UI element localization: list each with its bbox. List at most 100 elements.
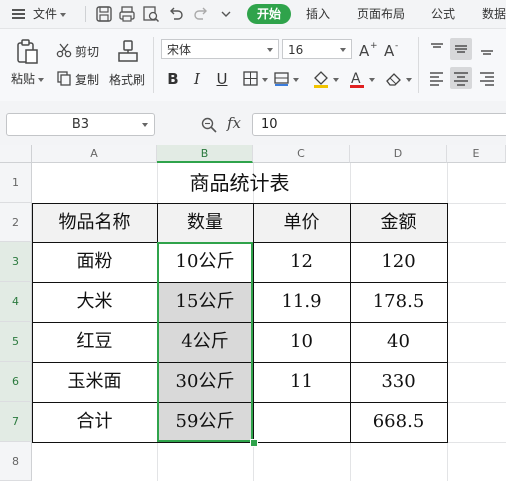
column-header-e[interactable]: E: [447, 145, 506, 163]
chevron-down-icon[interactable]: [262, 78, 268, 82]
chevron-down-icon: [60, 12, 67, 17]
paste-button[interactable]: 粘贴: [11, 70, 45, 87]
align-middle-button[interactable]: [450, 38, 472, 60]
decrease-font-size-icon[interactable]: A -: [383, 39, 403, 59]
print-preview-icon[interactable]: [141, 4, 161, 24]
print-icon[interactable]: [117, 4, 137, 24]
row-header-3[interactable]: 3: [0, 242, 32, 282]
table-cell[interactable]: 330: [350, 362, 447, 402]
table-border: [447, 203, 448, 443]
selection-border: [157, 242, 253, 442]
fill-color-icon[interactable]: [311, 69, 331, 89]
row-header-1[interactable]: 1: [0, 163, 32, 203]
column-header-b[interactable]: B: [157, 145, 253, 163]
table-border: [253, 203, 254, 443]
formula-input[interactable]: 10: [252, 113, 506, 136]
chevron-down-icon[interactable]: [293, 78, 299, 82]
scissors-icon: [56, 43, 72, 58]
align-center-button[interactable]: [450, 67, 472, 89]
tab-data[interactable]: 数据: [482, 0, 506, 28]
table-cell[interactable]: 120: [350, 242, 447, 282]
file-menu-label: 文件: [33, 7, 58, 21]
bold-button[interactable]: B: [163, 69, 183, 89]
increase-font-size-icon[interactable]: A +: [358, 39, 378, 59]
row-header-2[interactable]: 2: [0, 203, 32, 242]
file-menu[interactable]: 文件: [33, 0, 67, 28]
border-icon[interactable]: [242, 70, 260, 88]
align-top-icon[interactable]: [426, 38, 448, 60]
table-cell[interactable]: 12: [253, 242, 350, 282]
chevron-down-icon[interactable]: [333, 78, 339, 82]
table-cell[interactable]: 玉米面: [32, 362, 157, 402]
align-middle-icon: [455, 45, 467, 53]
table-cell[interactable]: 40: [350, 322, 447, 362]
table-cell[interactable]: 11.9: [253, 282, 350, 322]
font-color-icon[interactable]: A: [347, 69, 367, 89]
table-cell[interactable]: 红豆: [32, 322, 157, 362]
sheet-title[interactable]: 商品统计表: [32, 163, 447, 203]
tab-formulas[interactable]: 公式: [431, 0, 455, 28]
table-border: [32, 203, 448, 204]
tab-page-layout[interactable]: 页面布局: [357, 0, 405, 28]
format-painter-button[interactable]: 格式刷: [109, 71, 145, 88]
copy-button[interactable]: 复制: [75, 71, 99, 88]
tab-insert[interactable]: 插入: [306, 0, 330, 28]
table-cell[interactable]: [253, 402, 350, 442]
table-cell[interactable]: 178.5: [350, 282, 447, 322]
select-all-corner[interactable]: [0, 145, 32, 163]
table-cell[interactable]: 668.5: [350, 402, 447, 442]
divider: [418, 37, 419, 93]
italic-button[interactable]: I: [187, 69, 207, 89]
divider: [85, 6, 86, 22]
chevron-down-icon[interactable]: [369, 78, 375, 82]
font-size-value: 16: [288, 43, 304, 57]
fx-icon[interactable]: fx: [227, 114, 241, 132]
table-cell[interactable]: 面粉: [32, 242, 157, 282]
format-painter-icon[interactable]: [115, 39, 141, 67]
copy-icon: [57, 71, 71, 86]
save-icon[interactable]: [94, 4, 114, 24]
align-bottom-icon[interactable]: [476, 38, 498, 60]
table-cell[interactable]: 合计: [32, 402, 157, 442]
svg-text:A: A: [351, 71, 361, 87]
svg-text:A: A: [384, 42, 395, 59]
svg-text:+: +: [370, 41, 378, 51]
eraser-icon[interactable]: [384, 69, 404, 89]
column-header-a[interactable]: A: [32, 145, 157, 163]
tab-home[interactable]: 开始: [247, 4, 291, 24]
column-header-c[interactable]: C: [253, 145, 350, 163]
header-cell[interactable]: 物品名称: [32, 203, 157, 242]
row-header-6[interactable]: 6: [0, 362, 32, 402]
table-cell[interactable]: 11: [253, 362, 350, 402]
table-cell[interactable]: 大米: [32, 282, 157, 322]
font-size-select[interactable]: 16: [282, 39, 352, 59]
more-chevron-icon[interactable]: [216, 4, 236, 24]
fill-handle[interactable]: [250, 439, 258, 447]
table-border: [32, 442, 448, 443]
font-name-select[interactable]: 宋体: [161, 39, 279, 59]
align-right-icon[interactable]: [476, 67, 498, 89]
column-header-d[interactable]: D: [350, 145, 447, 163]
undo-icon[interactable]: [166, 4, 186, 24]
chevron-down-icon: [340, 48, 346, 52]
cut-button[interactable]: 剪切: [75, 43, 99, 60]
name-box[interactable]: B3: [6, 113, 155, 136]
header-cell[interactable]: 数量: [157, 203, 253, 242]
redo-icon[interactable]: [191, 4, 211, 24]
row-header-5[interactable]: 5: [0, 322, 32, 362]
chevron-down-icon[interactable]: [406, 78, 412, 82]
hamburger-menu-icon[interactable]: [12, 9, 25, 19]
row-header-8[interactable]: 8: [0, 442, 32, 481]
align-left-icon[interactable]: [426, 67, 448, 89]
table-cell[interactable]: 10: [253, 322, 350, 362]
paste-icon[interactable]: [13, 38, 41, 66]
table-border: [350, 203, 351, 443]
divider: [153, 37, 154, 93]
row-header-7[interactable]: 7: [0, 402, 32, 442]
row-header-4[interactable]: 4: [0, 282, 32, 322]
cell-style-icon[interactable]: [273, 70, 291, 88]
zoom-search-icon[interactable]: [200, 116, 218, 134]
header-cell[interactable]: 金额: [350, 203, 447, 242]
underline-button[interactable]: U: [212, 69, 232, 89]
header-cell[interactable]: 单价: [253, 203, 350, 242]
